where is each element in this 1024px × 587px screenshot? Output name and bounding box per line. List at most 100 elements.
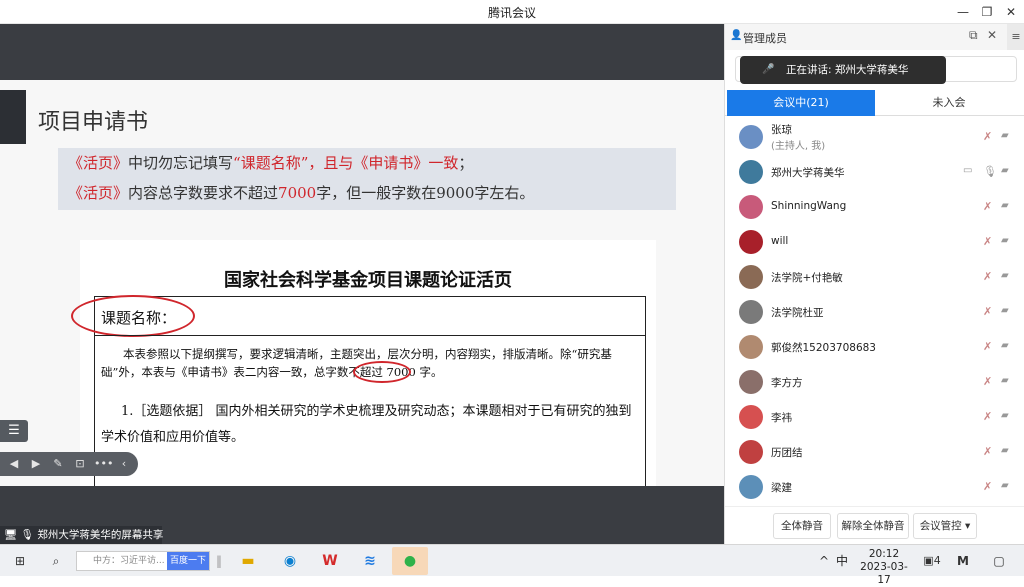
user-icon: 👤	[730, 30, 743, 41]
avatar	[739, 125, 763, 149]
camera-off-icon[interactable]: ▰	[1001, 200, 1009, 211]
member-tabs: 会议中(21) 未入会	[725, 90, 1024, 116]
search-icon[interactable]: ⌕	[44, 549, 68, 573]
minimize-button[interactable]: —	[952, 2, 974, 22]
tab-in-meeting[interactable]: 会议中(21)	[727, 90, 875, 116]
member-row[interactable]: ShinningWang ✗ ▰	[725, 190, 1024, 225]
windows-start-icon[interactable]: ⊞	[8, 549, 32, 573]
member-row[interactable]: 郑州大学蒋美华 ▭ 🎙 ▰	[725, 155, 1024, 190]
member-name: 法学院+付艳敏	[771, 272, 843, 284]
title-bar: 腾讯会议 — ❐ ✕	[0, 0, 1024, 24]
mic-muted-icon[interactable]: ✗	[983, 375, 992, 388]
mic-muted-icon[interactable]: ✗	[983, 130, 992, 143]
ime-indicator[interactable]: 中	[834, 549, 850, 573]
member-name: 张琼	[771, 124, 792, 136]
member-name: 历团结	[771, 447, 803, 459]
member-name: 法学院杜亚	[771, 307, 824, 319]
member-row[interactable]: 历团结 ✗ ▰	[725, 435, 1024, 470]
mic-icon: 🎤	[762, 64, 775, 75]
member-name: ShinningWang	[771, 200, 847, 212]
camera-off-icon[interactable]: ▰	[1001, 410, 1009, 421]
list-icon[interactable]: ☰	[0, 420, 28, 442]
mic-muted-icon[interactable]: ✗	[983, 200, 992, 213]
clock[interactable]: 20:12 2023-03-17	[854, 548, 914, 587]
mic-muted-icon[interactable]: ✗	[983, 410, 992, 423]
avatar	[739, 475, 763, 499]
camera-off-icon[interactable]: ▰	[1001, 130, 1009, 141]
panel-title: 管理成员	[743, 32, 787, 45]
tray-expand-icon[interactable]: ^	[816, 549, 832, 573]
share-top-margin	[0, 24, 724, 80]
member-row[interactable]: 梁建 ✗ ▰	[725, 470, 1024, 505]
next-icon[interactable]: ▶	[28, 456, 44, 472]
document-item: 1.［选题依据］ 国内外相关研究的学术史梳理及研究动态；本课题相对于已有研究的独…	[101, 404, 632, 445]
members-panel: 👤 管理成员 ⧉ ✕ ≡ 🎤 正在讲话: 郑州大学蒋美华 会议中(21) 未入会…	[724, 24, 1024, 544]
edge-icon[interactable]: ◉	[272, 547, 308, 575]
avatar	[739, 440, 763, 464]
file-explorer-icon[interactable]: ▬	[230, 547, 266, 575]
slide-accent-bar	[0, 90, 26, 144]
member-name: will	[771, 235, 789, 247]
note-line-1: 《活页》中切勿忘记填写“课题名称”，且与《申请书》一致；	[68, 154, 474, 172]
panel-close-icon[interactable]: ✕	[987, 28, 997, 42]
camera-off-icon[interactable]: ▰	[1001, 340, 1009, 351]
speaking-tooltip: 🎤 正在讲话: 郑州大学蒋美华	[740, 56, 946, 84]
avatar	[739, 300, 763, 324]
panel-header: 👤 管理成员 ⧉ ✕	[725, 24, 1024, 50]
search-input[interactable]: 中方：习近平访... 百度一下	[76, 551, 210, 571]
mic-muted-icon[interactable]: ✗	[983, 235, 992, 248]
table-divider	[95, 335, 645, 336]
close-button[interactable]: ✕	[1000, 2, 1022, 22]
camera-off-icon[interactable]: ▰	[1001, 165, 1009, 176]
avatar	[739, 370, 763, 394]
member-row[interactable]: 张琼 (主持人, 我) ✗ ▰	[725, 120, 1024, 155]
mic-muted-icon[interactable]: ✗	[983, 270, 992, 283]
camera-off-icon[interactable]: ▰	[1001, 305, 1009, 316]
member-row[interactable]: 李方方 ✗ ▰	[725, 365, 1024, 400]
screenshot-icon[interactable]: ⊡	[72, 456, 88, 472]
prev-icon[interactable]: ◀	[6, 456, 22, 472]
member-name: 梁建	[771, 482, 792, 494]
mic-muted-icon[interactable]: ✗	[983, 480, 992, 493]
collapse-icon[interactable]: ‹	[116, 456, 132, 472]
camera-off-icon[interactable]: ▰	[1001, 235, 1009, 246]
popout-icon[interactable]: ⧉	[969, 28, 978, 43]
mic-icon[interactable]: 🎙	[983, 165, 997, 178]
avatar	[739, 405, 763, 429]
member-row[interactable]: 法学院+付艳敏 ✗ ▰	[725, 260, 1024, 295]
pen-icon[interactable]: ✎	[50, 456, 66, 472]
mute-all-button[interactable]: 全体静音	[773, 513, 831, 539]
menu-icon[interactable]: ≡	[1007, 24, 1024, 50]
member-name: 郑州大学蒋美华	[771, 167, 845, 179]
wps-icon[interactable]: W	[312, 547, 348, 575]
wechat-icon[interactable]: ●	[392, 547, 428, 575]
clock-date: 2023-03-17	[860, 561, 908, 586]
red-highlight-oval	[71, 295, 195, 337]
meeting-control-button[interactable]: 会议管控 ▾	[913, 513, 977, 539]
annotation-toolbar: ◀ ▶ ✎ ⊡ ••• ‹	[0, 452, 138, 476]
tab-not-joined[interactable]: 未入会	[875, 90, 1023, 116]
camera-off-icon[interactable]: ▰	[1001, 375, 1009, 386]
more-icon[interactable]: •••	[94, 456, 113, 472]
camera-off-icon[interactable]: ▰	[1001, 480, 1009, 491]
avatar	[739, 195, 763, 219]
mic-muted-icon[interactable]: ✗	[983, 305, 992, 318]
speaking-indicator: 🎤 正在讲话: 郑州大学蒋美华	[735, 56, 1017, 84]
notification-badge[interactable]: ▣4	[920, 549, 944, 573]
tencent-meeting-icon[interactable]: ≋	[352, 547, 388, 575]
member-name: 李方方	[771, 377, 803, 389]
member-row[interactable]: will ✗ ▰	[725, 225, 1024, 260]
member-row[interactable]: 法学院杜亚 ✗ ▰	[725, 295, 1024, 330]
unmute-all-button[interactable]: 解除全体静音	[837, 513, 909, 539]
mic-muted-icon[interactable]: ✗	[983, 340, 992, 353]
app-tray-icon[interactable]: M	[952, 549, 974, 573]
mic-muted-icon[interactable]: ✗	[983, 445, 992, 458]
member-row[interactable]: 郭俊然15203708683 ✗ ▰	[725, 330, 1024, 365]
search-button[interactable]: 百度一下	[167, 552, 209, 570]
camera-off-icon[interactable]: ▰	[1001, 445, 1009, 456]
restore-button[interactable]: ❐	[976, 2, 998, 22]
member-row[interactable]: 李祎 ✗ ▰	[725, 400, 1024, 435]
camera-off-icon[interactable]: ▰	[1001, 270, 1009, 281]
panel-footer: 全体静音 解除全体静音 会议管控 ▾	[725, 506, 1024, 544]
action-center-icon[interactable]: ▢	[988, 549, 1010, 573]
